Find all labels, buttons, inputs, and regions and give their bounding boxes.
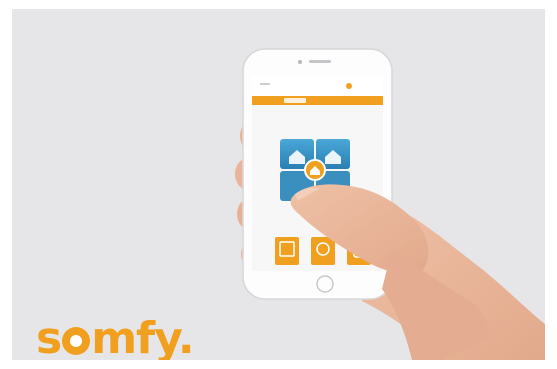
tab-active-indicator	[284, 98, 306, 103]
phone-speaker	[309, 60, 331, 63]
app-header	[252, 76, 383, 96]
phone-camera	[298, 60, 302, 64]
hand-with-phone-scene	[235, 48, 545, 360]
somfy-logo: s mfy.	[36, 313, 195, 361]
app-tab-bar[interactable]	[252, 96, 383, 105]
notification-icon	[346, 83, 352, 89]
menu-icon	[260, 83, 270, 85]
photo-frame: s mfy.	[12, 9, 545, 360]
